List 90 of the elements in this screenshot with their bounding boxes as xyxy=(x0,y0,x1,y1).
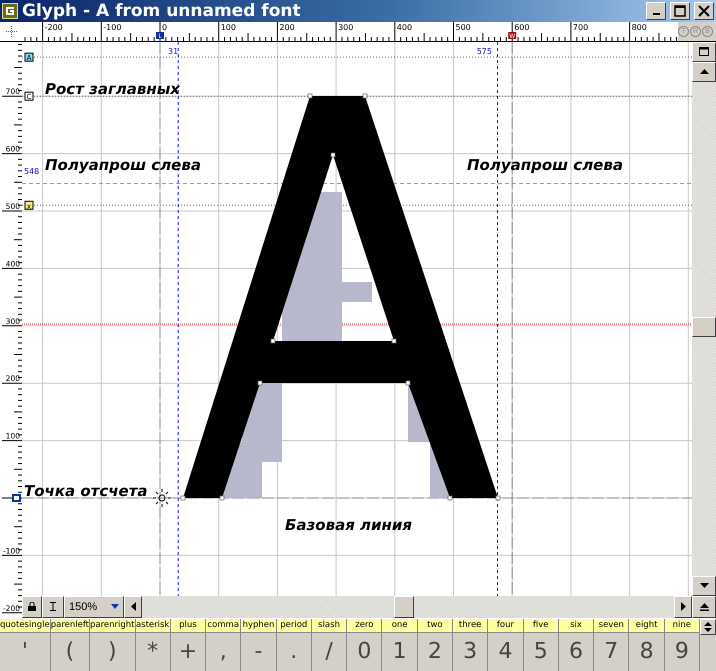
minimize-icon xyxy=(652,13,660,16)
app-icon xyxy=(2,2,18,19)
glyph-name: three xyxy=(453,618,488,633)
ruler-label: 300 xyxy=(338,22,354,32)
ruler-label: 0 xyxy=(162,22,168,32)
glyph-name: hyphen xyxy=(241,618,276,633)
down-arrow-icon xyxy=(700,583,708,588)
glyph-name: nine xyxy=(664,618,699,633)
glyph-cell[interactable]: 5 xyxy=(524,632,558,671)
right-arrow-icon xyxy=(680,602,686,612)
glyph-name: four xyxy=(488,618,523,633)
glyph-cell[interactable]: ) xyxy=(90,632,135,671)
guide-annotation: Точка отсчета xyxy=(24,482,148,500)
minimize-button[interactable] xyxy=(646,2,666,20)
ruler-label: 600 xyxy=(514,22,530,32)
coordinate-readout: 548 xyxy=(24,166,40,176)
scroll-thumb[interactable] xyxy=(692,316,716,337)
caret-icon xyxy=(111,604,119,610)
coordinate-readout: 31 xyxy=(168,46,178,56)
guide-annotation: Базовая линия xyxy=(285,516,412,534)
glyph-cell[interactable]: 4 xyxy=(488,632,523,671)
glyph-cell[interactable]: 6 xyxy=(558,632,594,671)
eject-icon xyxy=(700,602,708,611)
glyph-cell[interactable]: . xyxy=(276,632,311,671)
maximize-button[interactable] xyxy=(670,2,690,20)
glyph-name: five xyxy=(524,618,558,633)
eject-button[interactable] xyxy=(692,596,716,618)
scroll-thumb[interactable] xyxy=(394,596,414,618)
glyph-cell[interactable]: - xyxy=(241,632,276,671)
close-button[interactable] xyxy=(694,2,714,20)
window-title: Glyph - A from unnamed font xyxy=(22,0,302,21)
glyph-cell[interactable]: 2 xyxy=(418,632,452,671)
lock-button[interactable] xyxy=(22,596,42,618)
scroll-right-button[interactable] xyxy=(674,596,692,618)
lock-icon xyxy=(28,602,36,612)
glyph-name: eight xyxy=(629,618,664,633)
ruler-label: -100 xyxy=(103,22,122,32)
up-arrow-icon xyxy=(700,69,708,74)
maximize-icon xyxy=(674,4,686,17)
glyph-name: one xyxy=(382,618,417,633)
scroll-up-button[interactable] xyxy=(692,62,716,82)
glyph-cell[interactable]: 7 xyxy=(594,632,628,671)
text-cursor-button[interactable] xyxy=(42,596,64,618)
up-down-arrows-icon xyxy=(704,622,712,632)
glyph-name: parenleft xyxy=(50,618,90,633)
ruler-label: 100 xyxy=(220,22,236,32)
coordinate-readout: 575 xyxy=(476,46,492,56)
ruler-label: 500 xyxy=(456,22,471,32)
guide-annotation: Рост заглавных xyxy=(45,80,180,98)
glyph-cell[interactable]: 0 xyxy=(347,632,382,671)
ruler-label: 700 xyxy=(572,22,588,32)
glyph-name: period xyxy=(276,618,311,633)
spin-button[interactable] xyxy=(700,618,716,635)
split-view-button[interactable] xyxy=(692,42,716,62)
ruler-label: 200 xyxy=(279,22,295,32)
guide-annotation: Полуапрош слева xyxy=(45,156,201,174)
glyph-name: six xyxy=(558,618,594,633)
glyph-cell[interactable]: 3 xyxy=(453,632,488,671)
baseline-marker-icon[interactable] xyxy=(12,494,21,502)
glyph-cell[interactable]: 1 xyxy=(382,632,417,671)
close-icon xyxy=(698,4,710,17)
glyph-cell[interactable]: * xyxy=(136,632,170,671)
ruler-label: -200 xyxy=(44,22,63,32)
glyph-name: slash xyxy=(312,618,346,633)
window-icon xyxy=(699,47,709,56)
glyph-name: plus xyxy=(170,618,206,633)
ruler-label: 800 xyxy=(632,22,647,32)
crosshair-icon xyxy=(6,26,16,37)
ruler-label: 400 xyxy=(396,22,412,32)
glyph-cell[interactable]: 8 xyxy=(629,632,664,671)
guide-annotation: Полуапрош слева xyxy=(467,156,623,174)
glyph-cell[interactable]: 9 xyxy=(664,632,699,671)
glyph-cell[interactable]: + xyxy=(170,632,206,671)
origin-sun-icon[interactable] xyxy=(152,488,172,508)
glyph-cell[interactable]: , xyxy=(206,632,240,671)
glyph-name: asterisk xyxy=(136,618,170,633)
glyph-name: parenright xyxy=(90,618,135,633)
glyph-name: comma xyxy=(206,618,240,633)
scroll-left-button[interactable] xyxy=(124,596,142,618)
scroll-down-button[interactable] xyxy=(692,576,716,596)
glyph-cell[interactable]: ' xyxy=(0,632,50,671)
left-arrow-icon xyxy=(130,602,136,612)
text-cursor-icon xyxy=(50,602,56,612)
glyph-name: two xyxy=(418,618,452,633)
zoom-dropdown[interactable]: 150% xyxy=(64,596,124,618)
glyph-cell[interactable]: ( xyxy=(50,632,90,671)
glyph-name: quotesingle xyxy=(0,618,50,633)
glyph-cell[interactable]: / xyxy=(312,632,346,671)
glyph-name: zero xyxy=(347,618,382,633)
glyph-name: seven xyxy=(594,618,628,633)
